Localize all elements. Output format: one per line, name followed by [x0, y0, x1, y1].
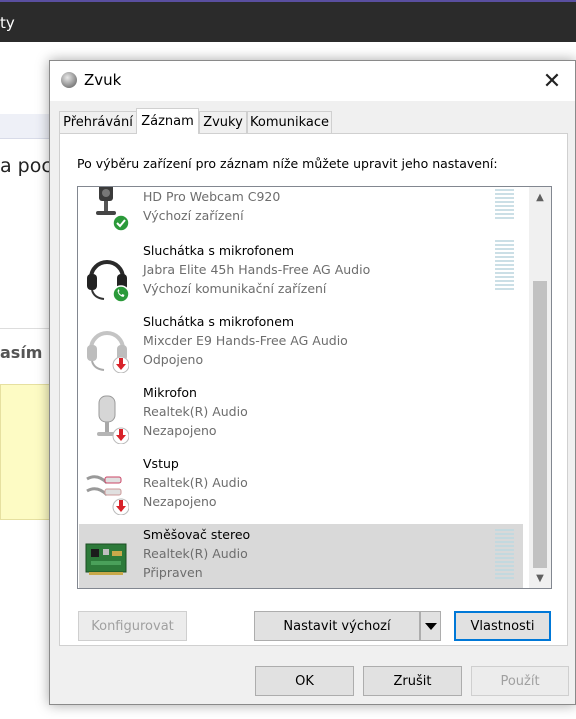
dialog-title: Zvuk [84, 71, 122, 89]
level-meter [495, 529, 514, 581]
webcam-icon [96, 187, 129, 231]
tab-komunikace[interactable]: Komunikace [247, 111, 332, 133]
device-status: Připraven [143, 565, 203, 580]
cancel-button[interactable]: Zrušit [363, 666, 462, 696]
background-heading: asím ( [0, 343, 56, 362]
headset-icon [87, 260, 129, 302]
scroll-up-arrow-icon[interactable]: ▲ [529, 187, 551, 207]
close-icon: ✕ [542, 68, 562, 94]
background-titlebar: ty [0, 0, 576, 42]
device-row[interactable]: HD Pro Webcam C920 Výchozí zařízení [79, 187, 523, 240]
apply-button[interactable]: Použít [471, 666, 569, 696]
device-status: Výchozí komunikační zařízení [143, 281, 327, 296]
device-row[interactable]: Mikrofon Realtek(R) Audio Nezapojeno [79, 382, 523, 453]
recording-panel: Po výběru zařízení pro záznam níže můžet… [59, 133, 568, 646]
device-driver: Mixcder E9 Hands-Free AG Audio [143, 333, 348, 348]
device-driver: Realtek(R) Audio [143, 404, 248, 419]
device-row[interactable]: Sluchátka s mikrofonem Mixcder E9 Hands-… [79, 311, 523, 382]
level-meter [495, 189, 514, 219]
device-driver: Jabra Elite 45h Hands-Free AG Audio [143, 262, 371, 277]
tab-zaznam[interactable]: Záznam [136, 108, 199, 134]
background-text: a poc [0, 155, 52, 177]
set-default-button[interactable]: Nastavit výchozí [254, 611, 420, 641]
properties-button[interactable]: Vlastnosti [454, 611, 551, 641]
phone-badge [112, 285, 129, 302]
sound-dialog: Zvuk ✕ Přehrávání Záznam Zvuky Komunikac… [49, 60, 576, 705]
scroll-down-arrow-icon[interactable]: ▼ [529, 568, 551, 588]
device-list-scrollbar[interactable]: ▲ ▼ [529, 187, 551, 588]
device-name: Sluchátka s mikrofonem [143, 243, 295, 258]
device-name: Sluchátka s mikrofonem [143, 314, 295, 329]
device-driver: Realtek(R) Audio [143, 475, 248, 490]
device-row[interactable]: Sluchátka s mikrofonem Jabra Elite 45h H… [79, 240, 523, 311]
device-status: Odpojeno [143, 352, 204, 367]
speaker-icon [61, 72, 77, 88]
device-status: Nezapojeno [143, 423, 217, 438]
instruction-text: Po výběru zařízení pro záznam níže můžet… [77, 156, 498, 171]
sound-card-icon [85, 543, 127, 575]
tab-zvuky[interactable]: Zvuky [199, 111, 247, 133]
microphone-icon [97, 395, 129, 444]
device-status: Nezapojeno [143, 494, 217, 509]
headset-icon [87, 331, 129, 373]
chevron-down-icon [424, 622, 437, 630]
ok-button[interactable]: OK [255, 666, 354, 696]
configure-button[interactable]: Konfigurovat [78, 611, 187, 641]
device-name: HD Pro Webcam C920 [143, 189, 281, 204]
device-name: Vstup [143, 456, 179, 471]
device-list[interactable]: HD Pro Webcam C920 Výchozí zařízení Sluc… [77, 186, 552, 589]
device-row[interactable]: Vstup Realtek(R) Audio Nezapojeno [79, 453, 523, 524]
device-row-selected[interactable]: Směšovač stereo Realtek(R) Audio Připrav… [79, 524, 523, 588]
dialog-titlebar[interactable]: Zvuk ✕ [50, 61, 575, 101]
device-name: Směšovač stereo [143, 527, 251, 542]
device-driver: Výchozí zařízení [143, 208, 244, 223]
set-default-dropdown[interactable] [420, 611, 441, 641]
level-meter [495, 240, 514, 292]
scrollbar-thumb[interactable] [533, 281, 547, 568]
background-title-text: ty [0, 14, 15, 32]
default-check-badge [112, 214, 129, 231]
tab-prehravani[interactable]: Přehrávání [59, 111, 137, 133]
device-driver: Realtek(R) Audio [143, 546, 248, 561]
close-button[interactable]: ✕ [529, 61, 575, 101]
line-in-icon [86, 475, 129, 515]
device-name: Mikrofon [143, 385, 197, 400]
